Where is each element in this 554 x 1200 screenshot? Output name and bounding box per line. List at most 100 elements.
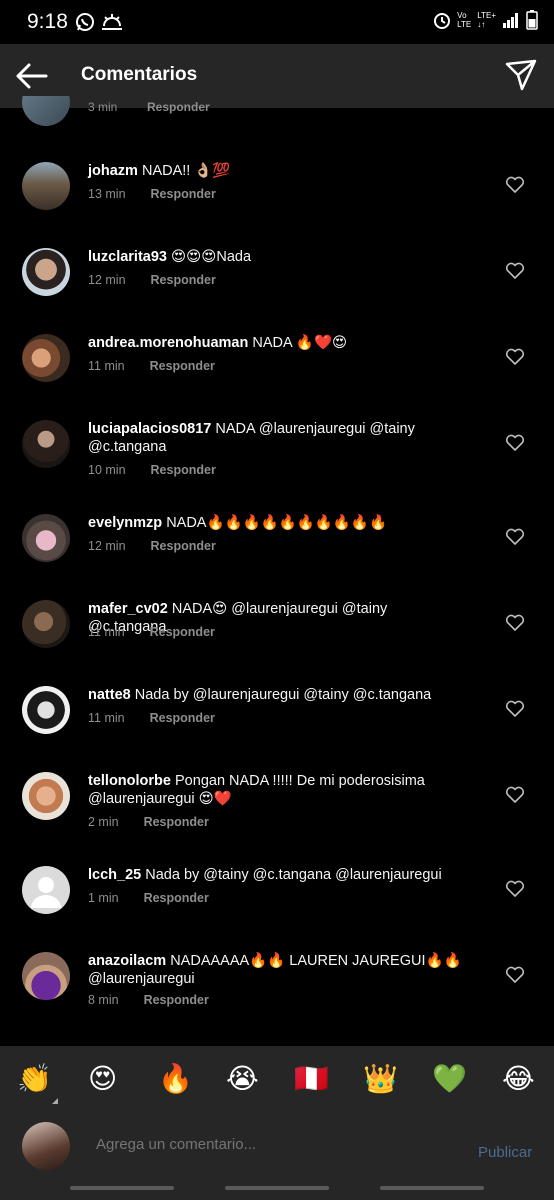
volte-icon: Vo LTE xyxy=(457,11,472,29)
status-time: 9:18 xyxy=(27,10,68,33)
nav-bar-segment xyxy=(70,1186,174,1190)
comment-text: natte8 Nada by @laurenjauregui @tainy @c… xyxy=(88,687,432,703)
signal-icon xyxy=(503,13,518,28)
comment-text: lcch_25 Nada by @tainy @c.tangana @laure… xyxy=(88,867,442,883)
comment-username[interactable]: johazm xyxy=(88,163,138,179)
reply-button[interactable]: Responder xyxy=(151,463,216,477)
comment-username[interactable]: evelynmzp xyxy=(88,515,162,531)
comment-text: luzclarita93 😍😍😍Nada xyxy=(88,249,252,265)
avatar[interactable] xyxy=(22,162,70,210)
heart-icon[interactable] xyxy=(505,700,525,718)
avatar[interactable] xyxy=(22,334,70,382)
page-title: Comentarios xyxy=(81,64,198,85)
comment-time: 1 min xyxy=(88,891,119,905)
comment-text: evelynmzp NADA🔥🔥🔥🔥🔥🔥🔥🔥🔥🔥 xyxy=(88,515,388,531)
reply-button[interactable]: Responder xyxy=(147,100,210,114)
comment-time: 13 min xyxy=(88,187,126,201)
battery-icon xyxy=(526,10,538,30)
current-user-avatar xyxy=(22,1122,70,1170)
comment-time: 8 min xyxy=(88,993,119,1007)
comment-text: andrea.morenohuaman NADA 🔥❤️😍 xyxy=(88,335,348,351)
emoji-quick-bar: 👏 😍 🔥 😭 🇵🇪 👑 💚 😂 xyxy=(0,1046,554,1114)
reply-button[interactable]: Responder xyxy=(151,187,216,201)
comment-meta: 2 min Responder xyxy=(88,815,209,829)
emoji-crying-button[interactable]: 😭 xyxy=(226,1062,259,1096)
emoji-peru-flag-button[interactable]: 🇵🇪 xyxy=(294,1062,329,1096)
reply-button[interactable]: Responder xyxy=(144,891,209,905)
avatar[interactable] xyxy=(22,600,70,648)
comment-username[interactable]: luciapalacios0817 xyxy=(88,421,211,437)
comment-time: 11 min xyxy=(88,625,125,639)
comment-input[interactable] xyxy=(96,1136,436,1153)
reply-button[interactable]: Responder xyxy=(150,625,215,639)
avatar[interactable] xyxy=(22,420,70,468)
comment-username[interactable]: natte8 xyxy=(88,687,131,703)
comment-text: tellonolorbe Pongan NADA !!!!! De mi pod… xyxy=(88,773,425,807)
avatar[interactable] xyxy=(22,514,70,562)
comment-meta: 12 min Responder xyxy=(88,539,216,553)
avatar[interactable] xyxy=(22,96,70,126)
comment-meta: 8 min Responder xyxy=(88,993,209,1007)
emoji-joy-button[interactable]: 😂 xyxy=(502,1062,535,1096)
comment-username[interactable]: lcch_25 xyxy=(88,867,141,883)
heart-icon[interactable] xyxy=(505,434,525,452)
nav-bar-segment xyxy=(225,1186,329,1190)
direct-send-icon[interactable] xyxy=(504,58,538,92)
avatar[interactable] xyxy=(22,686,70,734)
alarm-icon xyxy=(434,13,451,29)
heart-icon[interactable] xyxy=(505,786,525,804)
emoji-skin-tone-indicator xyxy=(52,1098,58,1104)
comment-username[interactable]: andrea.morenohuaman xyxy=(88,335,248,351)
heart-icon[interactable] xyxy=(505,348,525,366)
partial-comment: 3 min Responder xyxy=(0,96,554,136)
heart-icon[interactable] xyxy=(505,614,525,632)
avatar[interactable] xyxy=(22,248,70,296)
comment-meta: 10 min Responder xyxy=(88,463,216,477)
heart-icon[interactable] xyxy=(505,262,525,280)
comment-time: 11 min xyxy=(88,359,125,373)
reply-button[interactable]: Responder xyxy=(151,539,216,553)
comment-meta: 11 min Responder xyxy=(88,359,215,373)
comment-text: johazm NADA!! 👌🏼💯 xyxy=(88,163,231,179)
reply-button[interactable]: Responder xyxy=(144,993,209,1007)
reply-button[interactable]: Responder xyxy=(144,815,209,829)
status-right: Vo LTE LTE+ ↓↑ xyxy=(433,10,538,30)
emoji-crown-button[interactable]: 👑 xyxy=(363,1062,398,1096)
lte-icon: LTE+ ↓↑ xyxy=(477,11,496,29)
comment-username[interactable]: luzclarita93 xyxy=(88,249,167,265)
comment-time: 2 min xyxy=(88,815,119,829)
heart-icon[interactable] xyxy=(505,880,525,898)
avatar[interactable] xyxy=(22,952,70,1000)
comment-meta: 1 min Responder xyxy=(88,891,209,905)
reply-button[interactable]: Responder xyxy=(150,711,215,725)
reply-button[interactable]: Responder xyxy=(151,273,216,287)
heart-icon[interactable] xyxy=(505,966,525,984)
comment-time: 10 min xyxy=(88,463,126,477)
comment-composer: Publicar xyxy=(0,1114,554,1200)
status-bar: 9:18 Vo LTE LTE+ ↓↑ xyxy=(0,0,554,44)
emoji-fire-button[interactable]: 🔥 xyxy=(158,1062,193,1096)
heart-icon[interactable] xyxy=(505,176,525,194)
comment-time: 3 min xyxy=(88,100,118,114)
emoji-heart-eyes-button[interactable]: 😍 xyxy=(88,1062,117,1096)
back-arrow-icon[interactable] xyxy=(14,58,50,94)
comment-username[interactable]: mafer_cv02 xyxy=(88,601,168,617)
default-avatar-icon[interactable] xyxy=(22,866,70,914)
comment-meta: 13 min Responder xyxy=(88,187,216,201)
comment-username[interactable]: anazoilacm xyxy=(88,953,166,969)
avatar[interactable] xyxy=(22,772,70,820)
heart-icon[interactable] xyxy=(505,528,525,546)
whatsapp-icon xyxy=(76,13,94,31)
reply-button[interactable]: Responder xyxy=(150,359,215,373)
comment-meta: 11 min Responder xyxy=(88,711,215,725)
comment-time: 12 min xyxy=(88,539,126,553)
emoji-green-heart-button[interactable]: 💚 xyxy=(432,1062,467,1096)
comment-username[interactable]: tellonolorbe xyxy=(88,773,171,789)
comment-text: anazoilacm NADAAAAA🔥🔥 LAUREN JAUREGUI🔥🔥 … xyxy=(88,953,462,987)
weather-icon xyxy=(102,14,122,30)
comment-text: luciapalacios0817 NADA @laurenjauregui @… xyxy=(88,421,415,455)
comment-meta: 12 min Responder xyxy=(88,273,216,287)
publish-button[interactable]: Publicar xyxy=(478,1144,532,1161)
nav-bar-segment xyxy=(380,1186,484,1190)
emoji-clap-button[interactable]: 👏 xyxy=(17,1062,52,1096)
